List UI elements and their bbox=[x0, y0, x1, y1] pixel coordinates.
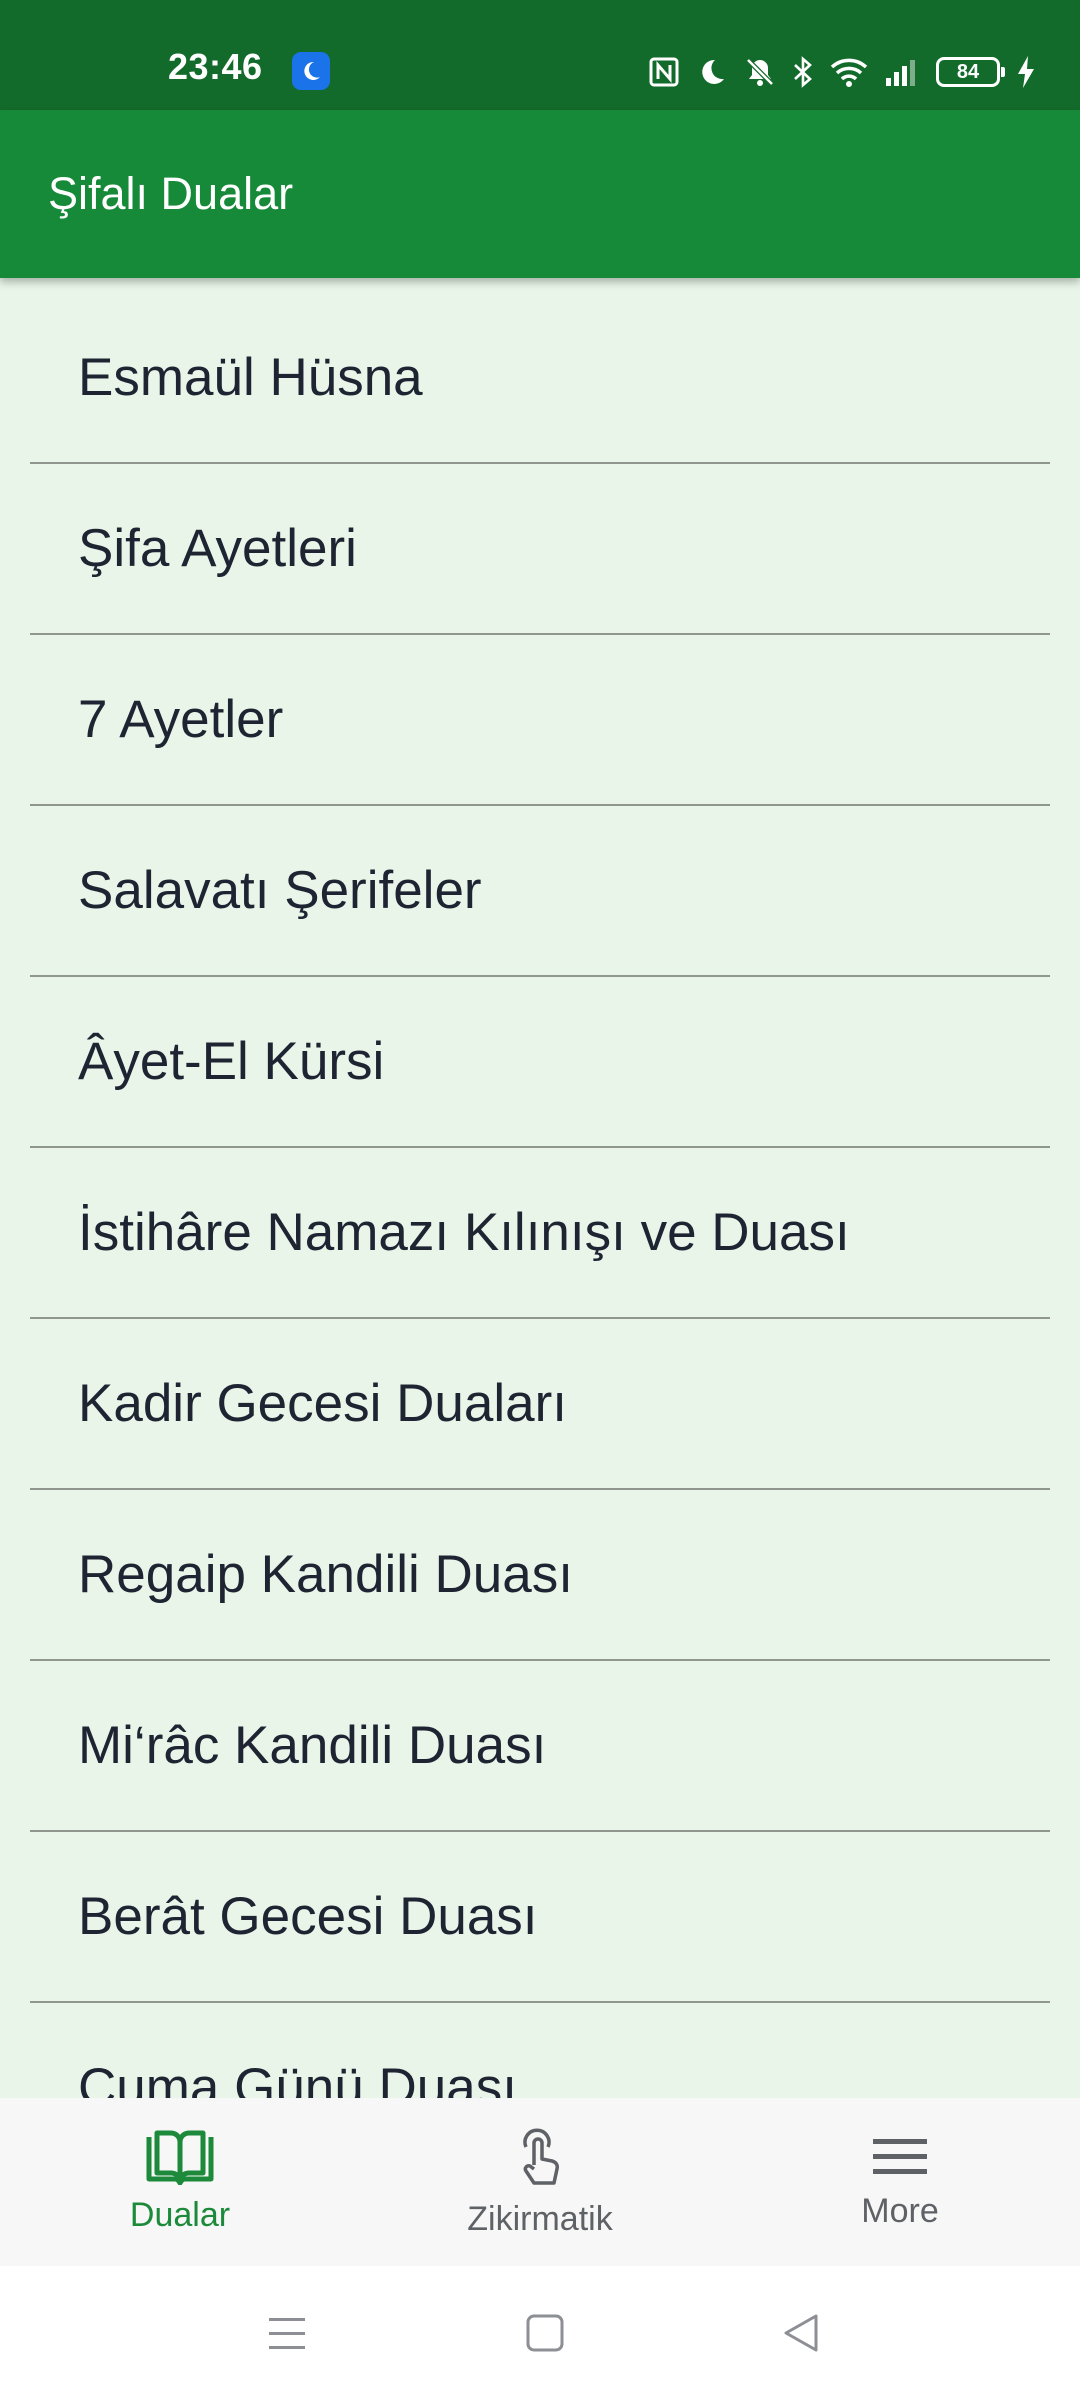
status-bar: 23:46 84 bbox=[0, 0, 1080, 110]
list-item[interactable]: Kadir Gecesi Duaları bbox=[30, 1319, 1050, 1490]
status-icons: 84 bbox=[648, 50, 1036, 94]
tap-hand-icon bbox=[512, 2125, 568, 2194]
charging-icon bbox=[1016, 55, 1036, 89]
list-item[interactable]: Âyet-El Kürsi bbox=[30, 977, 1050, 1148]
system-navigation-bar bbox=[0, 2266, 1080, 2400]
tab-zikirmatik-label: Zikirmatik bbox=[467, 2200, 613, 2238]
signal-icon bbox=[884, 56, 920, 88]
dua-list: Esmaül Hüsna Şifa Ayetleri 7 Ayetler Sal… bbox=[0, 278, 1080, 2098]
tab-zikirmatik[interactable]: Zikirmatik bbox=[360, 2098, 720, 2266]
nfc-icon bbox=[648, 56, 680, 88]
list-item[interactable]: İstihâre Namazı Kılınışı ve Duası bbox=[30, 1148, 1050, 1319]
open-book-icon bbox=[145, 2129, 215, 2190]
notifications-muted-icon bbox=[744, 56, 776, 88]
list-item[interactable]: Mi‘râc Kandili Duası bbox=[30, 1661, 1050, 1832]
app-bar: Şifalı Dualar bbox=[0, 110, 1080, 278]
back-button[interactable] bbox=[780, 2312, 822, 2359]
moon-badge-icon bbox=[292, 52, 330, 90]
recents-button[interactable] bbox=[266, 2312, 308, 2359]
do-not-disturb-icon bbox=[696, 56, 728, 88]
app-title: Şifalı Dualar bbox=[48, 168, 294, 219]
menu-icon bbox=[870, 2133, 930, 2186]
list-item[interactable]: Şifa Ayetleri bbox=[30, 464, 1050, 635]
tab-more[interactable]: More bbox=[720, 2098, 1080, 2266]
status-time: 23:46 bbox=[168, 46, 263, 87]
battery-level: 84 bbox=[956, 60, 980, 83]
list-item[interactable]: Esmaül Hüsna bbox=[30, 293, 1050, 464]
tab-more-label: More bbox=[861, 2192, 939, 2230]
home-button[interactable] bbox=[524, 2312, 566, 2359]
list-item[interactable]: Cuma Günü Duası bbox=[30, 2003, 1050, 2098]
list-item[interactable]: Regaip Kandili Duası bbox=[30, 1490, 1050, 1661]
list-item[interactable]: Berât Gecesi Duası bbox=[30, 1832, 1050, 2003]
tab-dualar-label: Dualar bbox=[129, 2196, 231, 2234]
wifi-icon bbox=[830, 56, 868, 88]
dua-list-area[interactable]: Esmaül Hüsna Şifa Ayetleri 7 Ayetler Sal… bbox=[0, 278, 1080, 2098]
list-item[interactable]: 7 Ayetler bbox=[30, 635, 1050, 806]
bottom-navigation: Dualar Zikirmatik More bbox=[0, 2098, 1080, 2266]
tab-dualar[interactable]: Dualar bbox=[0, 2098, 360, 2266]
bluetooth-icon bbox=[792, 56, 814, 88]
list-item[interactable]: Salavatı Şerifeler bbox=[30, 806, 1050, 977]
battery-icon: 84 bbox=[936, 57, 1005, 87]
